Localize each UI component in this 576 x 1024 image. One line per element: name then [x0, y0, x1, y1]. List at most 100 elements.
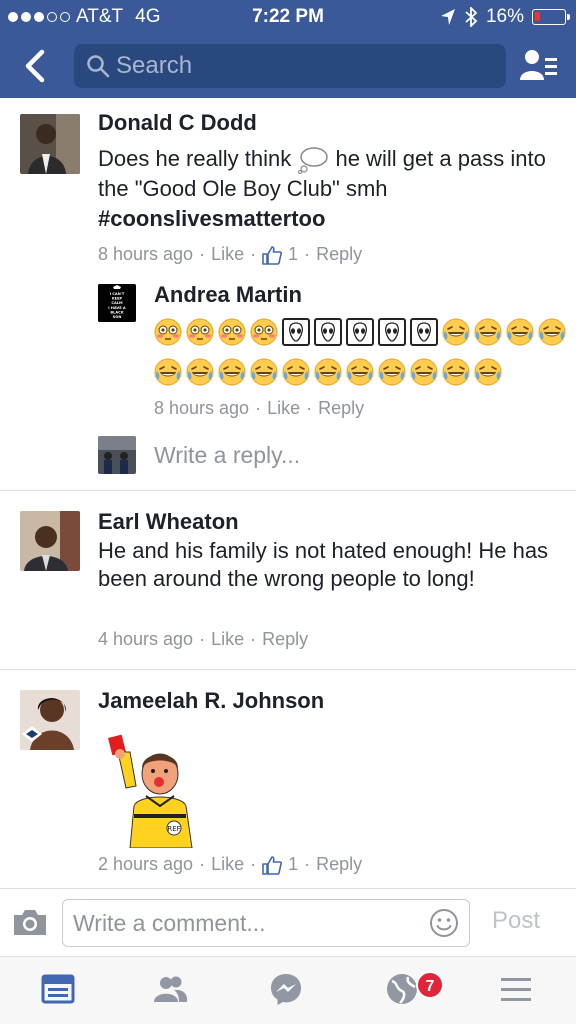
ref-badge-text: REF [167, 825, 180, 833]
timestamp: 4 hours ago [98, 629, 194, 649]
alien-framed-emoji-icon [282, 318, 310, 351]
search-box[interactable] [74, 44, 506, 88]
status-bar: AT&T 4G 7:22 PM 16% [0, 0, 576, 34]
battery-percent: 16% [485, 6, 524, 27]
location-arrow-icon [440, 9, 455, 25]
like-count: 1 [288, 244, 299, 264]
reply-timestamp: 8 hours ago [154, 398, 250, 418]
comment-item: Earl Wheaton He and his family is not ha… [0, 491, 576, 669]
reply-like-link[interactable]: Like [267, 398, 300, 419]
alien-framed-emoji-icon [410, 318, 438, 351]
flushed-emoji-icon [218, 318, 246, 351]
poster-text-line: I HAVE A [108, 306, 126, 310]
comment-item: Donald C Dodd Does he really think he wi… [0, 98, 576, 490]
poster-text-line: KEEP [112, 297, 123, 301]
joy-emoji-icon [346, 358, 374, 391]
search-icon [87, 55, 110, 78]
avatar[interactable] [20, 511, 80, 571]
poster-text-line: BLACK [110, 310, 123, 314]
friends-icon [154, 976, 188, 1002]
comment-item: Jameelah R. Johnson REF 2 hours ago · Li… [0, 670, 576, 888]
joy-emoji-icon [282, 358, 310, 391]
joy-emoji-icon [410, 358, 438, 391]
friends-list-button[interactable] [520, 48, 558, 84]
alien-framed-emoji-icon [346, 318, 374, 351]
joy-emoji-icon [474, 318, 502, 351]
hashtag-link[interactable]: #coonslivesmattertoo [98, 206, 325, 231]
like-link[interactable]: Like [211, 854, 244, 875]
battery-icon [532, 9, 570, 25]
chevron-left-icon [25, 49, 45, 83]
camera-icon [14, 910, 46, 935]
bottom-tab-bar: 7 [0, 956, 576, 1024]
news-feed-icon [41, 974, 75, 1004]
like-link[interactable]: Like [211, 629, 244, 650]
joy-emoji-icon [442, 318, 470, 351]
tab-more[interactable] [498, 971, 538, 1011]
keep-calm-poster-icon: I CAN'TKEEPCALMI HAVE ABLACKSON [98, 284, 136, 322]
person-list-icon [520, 50, 557, 80]
notifications-badge: 7 [416, 971, 444, 999]
emoji-row-1 [154, 318, 566, 351]
comment-meta: 4 hours ago · Like · Reply [98, 629, 309, 650]
messenger-icon [271, 974, 301, 1005]
reply-link[interactable]: Reply [316, 244, 362, 265]
comment-text-part1: Does he really think [98, 146, 292, 171]
poster-text-line: CALM [111, 301, 123, 305]
comment-input-box[interactable] [62, 899, 470, 947]
joy-emoji-icon [314, 358, 342, 391]
reply-avatar[interactable]: I CAN'T KEEP CALM I HAVE A BLACK SON [98, 284, 136, 322]
tab-news-feed[interactable] [40, 971, 80, 1011]
joy-emoji-icon [378, 358, 406, 391]
poster-text-line: SON [113, 315, 122, 319]
search-input[interactable] [116, 44, 496, 88]
app-header: AT&T 4G 7:22 PM 16% [0, 0, 576, 98]
avatar[interactable] [20, 690, 80, 750]
back-button[interactable] [18, 46, 54, 86]
reply-meta: 8 hours ago · Like · Reply [154, 398, 365, 419]
tab-friend-requests[interactable] [152, 971, 192, 1011]
comment-author[interactable]: Earl Wheaton [98, 509, 239, 535]
bluetooth-icon [465, 7, 478, 27]
joy-emoji-icon [474, 358, 502, 391]
tab-messenger[interactable] [268, 971, 308, 1011]
alien-framed-emoji-icon [378, 318, 406, 351]
thought-bubble-icon [298, 147, 329, 175]
flushed-emoji-icon [186, 318, 214, 351]
alien-framed-emoji-icon [314, 318, 342, 351]
nav-bar [0, 42, 576, 90]
flushed-emoji-icon [250, 318, 278, 351]
like-count: 1 [288, 854, 299, 874]
timestamp: 2 hours ago [98, 854, 194, 874]
referee-red-card-sticker: REF [104, 728, 204, 849]
comment-meta: 2 hours ago · Like · 1 · Reply [98, 854, 363, 875]
flushed-emoji-icon [154, 318, 182, 351]
like-link[interactable]: Like [211, 244, 244, 265]
status-right: 16% [440, 6, 570, 28]
joy-emoji-icon [506, 318, 534, 351]
avatar[interactable] [20, 114, 80, 174]
joy-emoji-icon [186, 358, 214, 391]
joy-emoji-icon [538, 318, 566, 351]
reply-link[interactable]: Reply [316, 854, 362, 875]
write-reply-prompt[interactable]: Write a reply... [154, 442, 300, 469]
reply-reply-link[interactable]: Reply [318, 398, 364, 419]
comment-text: He and his family is not hated enough! H… [98, 538, 549, 591]
sticker-button[interactable] [429, 908, 459, 943]
joy-emoji-icon [250, 358, 278, 391]
comment-author[interactable]: Donald C Dodd [98, 110, 257, 136]
comment-composer: Post [0, 888, 576, 956]
emoji-row-2 [154, 358, 502, 391]
reply-author[interactable]: Andrea Martin [154, 282, 302, 308]
comment-input[interactable] [73, 900, 413, 946]
comment-author[interactable]: Jameelah R. Johnson [98, 688, 324, 714]
thumbs-up-icon [262, 245, 283, 265]
camera-button[interactable] [12, 907, 48, 942]
reply-link[interactable]: Reply [262, 629, 308, 650]
joy-emoji-icon [442, 358, 470, 391]
post-button[interactable]: Post [492, 907, 540, 935]
joy-emoji-icon [218, 358, 246, 391]
joy-emoji-icon [154, 358, 182, 391]
menu-icon [501, 978, 531, 1001]
poster-text-line: I CAN'T [110, 292, 125, 296]
